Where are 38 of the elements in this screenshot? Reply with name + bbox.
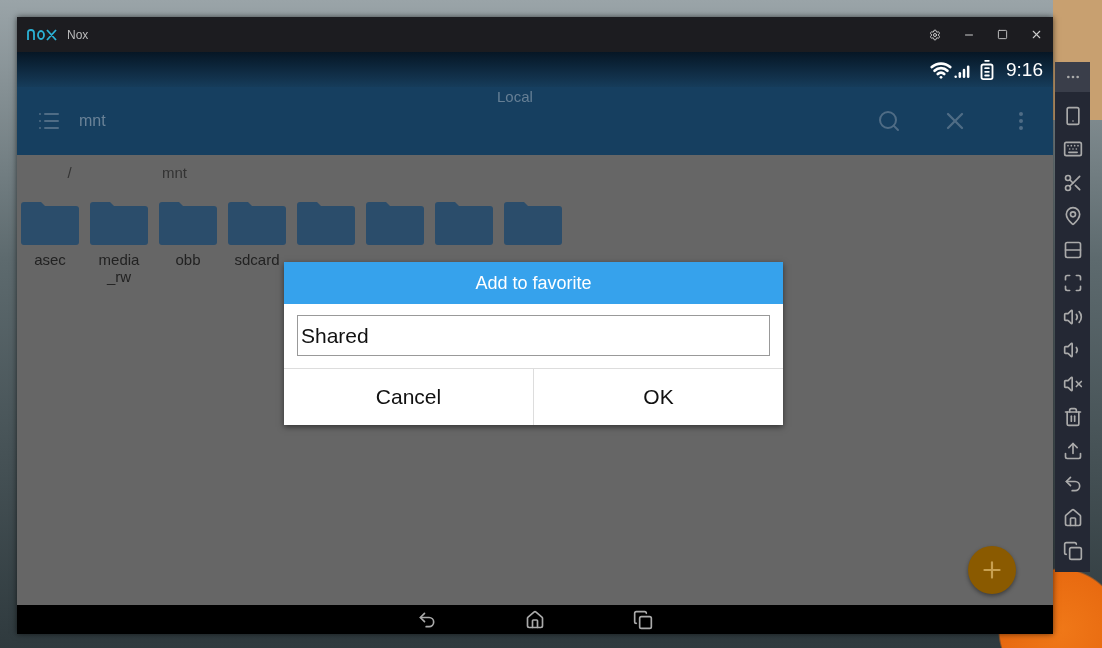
back-icon[interactable] xyxy=(1062,474,1083,494)
folder-icon xyxy=(504,201,562,245)
trash-icon[interactable] xyxy=(1062,407,1083,427)
name-field[interactable]: Shared xyxy=(297,315,770,356)
fullscreen-icon[interactable] xyxy=(1062,273,1083,293)
folder-icon xyxy=(297,201,355,245)
folder-name[interactable]: sdcard xyxy=(232,251,282,268)
home-icon[interactable] xyxy=(1062,507,1083,528)
location-tab[interactable]: Local xyxy=(497,88,533,105)
folder-icon xyxy=(435,201,493,245)
settings-icon[interactable] xyxy=(929,28,941,41)
volume-up-icon[interactable] xyxy=(1062,306,1083,327)
folder-name[interactable]: asec xyxy=(25,251,75,268)
folder-name[interactable]: obb xyxy=(163,251,213,268)
clock: 9:16 xyxy=(1006,58,1043,81)
close-icon[interactable] xyxy=(1030,28,1043,41)
recent-apps-icon[interactable] xyxy=(633,609,653,630)
cancel-button[interactable]: Cancel xyxy=(284,369,533,425)
folder-name[interactable]: media_rw xyxy=(94,251,144,285)
folder-title: mnt xyxy=(79,112,107,130)
back-icon[interactable] xyxy=(417,609,437,630)
folder-icon xyxy=(366,201,424,245)
scissors-icon[interactable] xyxy=(1062,172,1083,193)
dialog-title: Add to favorite xyxy=(284,262,783,304)
keyboard-icon[interactable] xyxy=(1062,139,1083,159)
folder-icon xyxy=(90,201,148,245)
home-icon[interactable] xyxy=(525,609,545,630)
breadcrumb[interactable]: / xyxy=(17,163,122,181)
add-button[interactable] xyxy=(968,546,1016,594)
ok-button[interactable]: OK xyxy=(533,369,783,425)
logo-icon xyxy=(27,27,57,42)
folder-icon xyxy=(228,201,286,245)
maximize-icon[interactable] xyxy=(997,29,1008,40)
window-title: Nox xyxy=(67,27,90,42)
folder-icon xyxy=(159,201,217,245)
recent-apps-icon[interactable] xyxy=(1062,541,1083,561)
mute-icon[interactable] xyxy=(1062,373,1083,394)
folder-icon xyxy=(21,201,79,245)
